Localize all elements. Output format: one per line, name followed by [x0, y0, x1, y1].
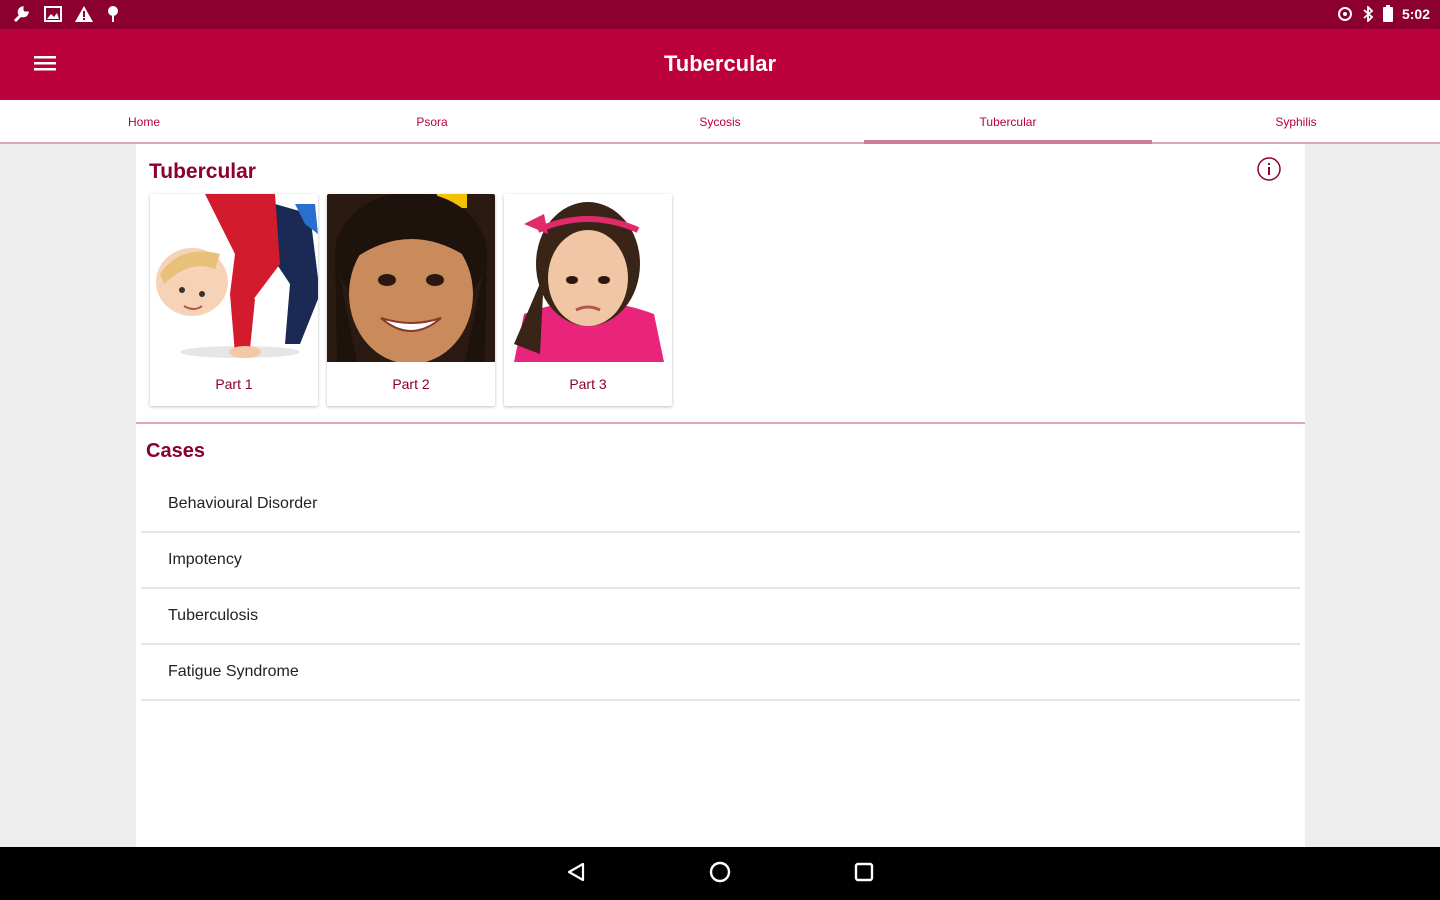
section-title: Tubercular — [149, 160, 256, 183]
case-list: Behavioural Disorder Impotency Tuberculo… — [141, 477, 1300, 701]
battery-icon — [1382, 5, 1394, 23]
part-card-3[interactable]: Part 3 — [504, 194, 672, 406]
status-left-icons — [12, 5, 120, 23]
cases-title: Cases — [146, 440, 205, 462]
part-cards: Part 1 Part 2 Part 3 — [150, 194, 672, 406]
tab-bar: Home Psora Sycosis Tubercular Syphilis — [0, 100, 1440, 144]
section-divider — [136, 422, 1305, 424]
info-icon — [1256, 157, 1282, 186]
wrench-icon — [12, 5, 32, 23]
status-bar: 5:02 — [0, 0, 1440, 29]
tab-tubercular[interactable]: Tubercular — [864, 100, 1152, 144]
warning-icon — [74, 5, 94, 23]
tab-syphilis[interactable]: Syphilis — [1152, 100, 1440, 142]
status-right-icons: 5:02 — [1336, 5, 1430, 23]
case-item-impotency[interactable]: Impotency — [141, 533, 1300, 589]
recents-button[interactable] — [849, 859, 879, 889]
tab-psora[interactable]: Psora — [288, 100, 576, 142]
back-triangle-icon — [565, 861, 587, 888]
part-3-photo — [504, 194, 672, 362]
part-1-photo — [150, 194, 318, 362]
image-icon — [44, 6, 62, 22]
navigation-bar — [0, 847, 1440, 900]
status-time: 5:02 — [1401, 6, 1430, 22]
vibrate-icon — [1336, 6, 1354, 22]
tab-sycosis[interactable]: Sycosis — [576, 100, 864, 142]
part-card-1[interactable]: Part 1 — [150, 194, 318, 406]
case-item-behavioural-disorder[interactable]: Behavioural Disorder — [141, 477, 1300, 533]
home-button[interactable] — [705, 859, 735, 889]
app-title: Tubercular — [663, 51, 777, 76]
part-2-photo — [327, 194, 495, 362]
part-card-label: Part 2 — [392, 376, 430, 392]
bluetooth-icon — [1362, 6, 1374, 22]
home-circle-icon — [708, 860, 732, 889]
info-button[interactable] — [1256, 156, 1282, 182]
part-card-label: Part 1 — [215, 376, 253, 392]
content-panel: Tubercular Part 1 Part 2 Part 3 Cases Be… — [136, 144, 1305, 847]
app-bar: Tubercular — [0, 29, 1440, 100]
tab-home[interactable]: Home — [0, 100, 288, 142]
back-button[interactable] — [561, 859, 591, 889]
case-item-tuberculosis[interactable]: Tuberculosis — [141, 589, 1300, 645]
part-card-2[interactable]: Part 2 — [327, 194, 495, 406]
recents-square-icon — [853, 861, 875, 888]
case-item-fatigue-syndrome[interactable]: Fatigue Syndrome — [141, 645, 1300, 701]
pin-icon — [106, 5, 120, 23]
part-card-label: Part 3 — [569, 376, 607, 392]
